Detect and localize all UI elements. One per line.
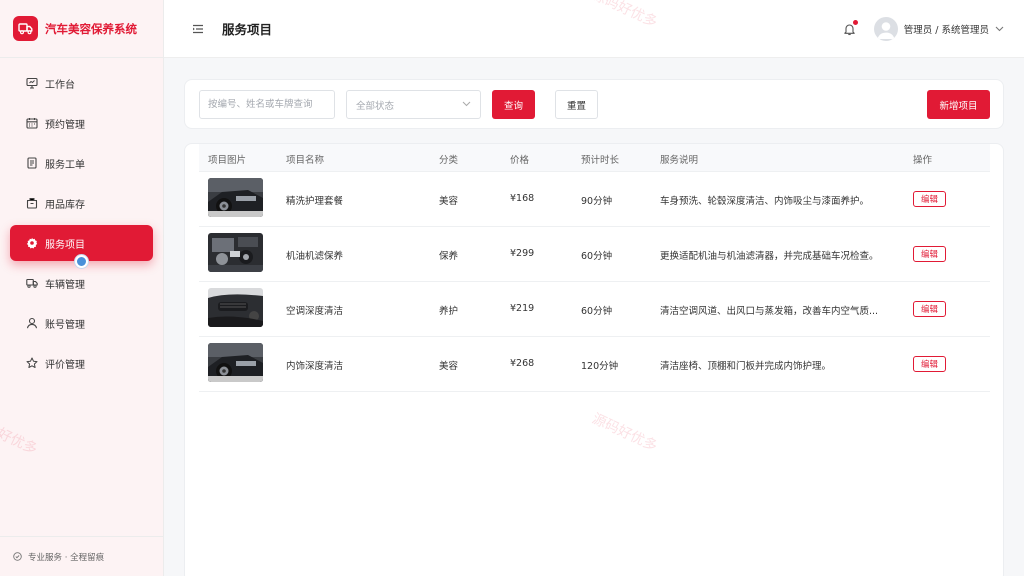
table-row: 精洗护理套餐 美容 ¥168 90分钟 车身预洗、轮毂深度清洁、内饰吸尘与漆面养… xyxy=(199,172,990,227)
calendar-icon xyxy=(26,117,38,129)
service-name: 精洗护理套餐 xyxy=(286,196,344,207)
service-duration: 90分钟 xyxy=(581,196,613,207)
truck-icon xyxy=(26,277,38,289)
sidebar-item-appointments[interactable]: 预约管理 xyxy=(10,105,153,141)
sidebar-item-reviews[interactable]: 评价管理 xyxy=(10,345,153,381)
service-duration: 120分钟 xyxy=(581,361,619,372)
sidebar-item-service-items[interactable]: 服务项目 xyxy=(10,225,153,268)
menu-toggle-icon[interactable] xyxy=(192,24,204,34)
service-price: ¥219 xyxy=(510,303,535,314)
document-icon xyxy=(26,157,38,169)
query-button[interactable]: 查询 xyxy=(492,90,535,119)
reset-button[interactable]: 重置 xyxy=(555,90,598,119)
service-duration: 60分钟 xyxy=(581,306,613,317)
col-header-name: 项目名称 xyxy=(286,155,325,166)
star-icon xyxy=(26,357,38,369)
service-duration: 60分钟 xyxy=(581,251,613,262)
sidebar-item-workbench[interactable]: 工作台 xyxy=(10,65,153,101)
col-header-price: 价格 xyxy=(510,155,530,166)
sidebar-item-label: 工作台 xyxy=(45,79,75,91)
service-category: 美容 xyxy=(439,196,459,207)
user-icon xyxy=(26,317,38,329)
table-row: 空调深度清洁 养护 ¥219 60分钟 清洁空调风道、出风口与蒸发箱，改善车内空… xyxy=(199,282,990,337)
sidebar-item-label: 服务工单 xyxy=(45,159,85,171)
avatar[interactable] xyxy=(873,17,898,41)
chevron-down-icon xyxy=(462,101,471,107)
notification-bell-icon[interactable] xyxy=(843,20,858,36)
top-header: 服务项目 管理员 / 系统管理员 xyxy=(164,0,1024,58)
service-thumbnail xyxy=(208,343,263,382)
col-header-action: 操作 xyxy=(913,155,933,166)
service-name: 空调深度清洁 xyxy=(286,306,344,317)
table-row: 机油机滤保养 保养 ¥299 60分钟 更换适配机油与机油滤清器，并完成基础车况… xyxy=(199,227,990,282)
edit-button[interactable]: 编辑 xyxy=(913,301,946,317)
truck-logo-icon xyxy=(13,16,38,41)
sidebar-item-label: 车辆管理 xyxy=(45,279,85,291)
edit-button[interactable]: 编辑 xyxy=(913,191,946,207)
service-category: 保养 xyxy=(439,251,459,262)
col-header-duration: 预计时长 xyxy=(581,155,620,166)
sidebar-footer: 专业服务 · 全程留痕 xyxy=(0,536,163,576)
sidebar-item-work-orders[interactable]: 服务工单 xyxy=(10,145,153,181)
table-header: 项目图片 项目名称 分类 价格 预计时长 服务说明 操作 xyxy=(199,144,990,172)
add-item-button[interactable]: 新增项目 xyxy=(927,90,990,119)
service-table: 项目图片 项目名称 分类 价格 预计时长 服务说明 操作 精洗护理套餐 美容 ¥… xyxy=(184,143,1004,576)
notification-badge xyxy=(852,20,858,25)
sidebar-item-label: 账号管理 xyxy=(45,319,85,331)
service-price: ¥268 xyxy=(510,358,535,369)
service-description: 清洁座椅、顶棚和门板并完成内饰护理。 xyxy=(660,361,832,372)
sidebar: 汽车美容保养系统 工作台 预约管理 服务工单 用品库存 服务项目 车辆管理 账号… xyxy=(0,0,164,576)
status-select[interactable]: 全部状态 xyxy=(346,90,481,119)
sidebar-item-inventory[interactable]: 用品库存 xyxy=(10,185,153,221)
table-row: 内饰深度清洁 美容 ¥268 120分钟 清洁座椅、顶棚和门板并完成内饰护理。 … xyxy=(199,337,990,392)
filter-bar: 全部状态 查询 重置 新增项目 xyxy=(184,79,1004,129)
header-right: 管理员 / 系统管理员 xyxy=(843,0,1004,58)
service-thumbnail xyxy=(208,178,263,217)
search-input[interactable] xyxy=(199,90,335,119)
sidebar-item-label: 用品库存 xyxy=(45,199,85,211)
app-title: 汽车美容保养系统 xyxy=(45,21,137,36)
service-description: 更换适配机油与机油滤清器，并完成基础车况检查。 xyxy=(660,251,879,262)
service-price: ¥299 xyxy=(510,248,535,259)
service-description: 清洁空调风道、出风口与蒸发箱，改善车内空气质... xyxy=(660,306,879,317)
page-title: 服务项目 xyxy=(222,22,273,37)
service-thumbnail xyxy=(208,233,263,272)
user-name[interactable]: 管理员 / 系统管理员 xyxy=(904,22,989,36)
service-category: 美容 xyxy=(439,361,459,372)
chevron-down-icon[interactable] xyxy=(995,26,1004,32)
service-description: 车身预洗、轮毂深度清洁、内饰吸尘与漆面养护。 xyxy=(660,196,870,207)
sidebar-item-vehicles[interactable]: 车辆管理 xyxy=(10,265,153,301)
col-header-description: 服务说明 xyxy=(660,155,699,166)
service-category: 养护 xyxy=(439,306,459,317)
col-header-image: 项目图片 xyxy=(208,155,247,166)
sidebar-item-label: 服务项目 xyxy=(45,239,85,251)
status-select-value: 全部状态 xyxy=(356,100,395,112)
sidebar-footer-text: 专业服务 · 全程留痕 xyxy=(28,552,105,563)
sidebar-item-label: 评价管理 xyxy=(45,359,85,371)
edit-button[interactable]: 编辑 xyxy=(913,356,946,372)
service-name: 内饰深度清洁 xyxy=(286,361,344,372)
shield-check-icon xyxy=(13,552,22,561)
monitor-icon xyxy=(26,77,38,89)
col-header-category: 分类 xyxy=(439,155,459,166)
sidebar-menu: 工作台 预约管理 服务工单 用品库存 服务项目 车辆管理 账号管理 评价管理 xyxy=(0,58,163,381)
gear-icon xyxy=(26,237,38,249)
box-icon xyxy=(26,197,38,209)
sidebar-item-label: 预约管理 xyxy=(45,119,85,131)
sidebar-item-accounts[interactable]: 账号管理 xyxy=(10,305,153,341)
edit-button[interactable]: 编辑 xyxy=(913,246,946,262)
service-name: 机油机滤保养 xyxy=(286,251,344,262)
brand: 汽车美容保养系统 xyxy=(0,0,163,58)
service-price: ¥168 xyxy=(510,193,535,204)
service-thumbnail xyxy=(208,288,263,327)
